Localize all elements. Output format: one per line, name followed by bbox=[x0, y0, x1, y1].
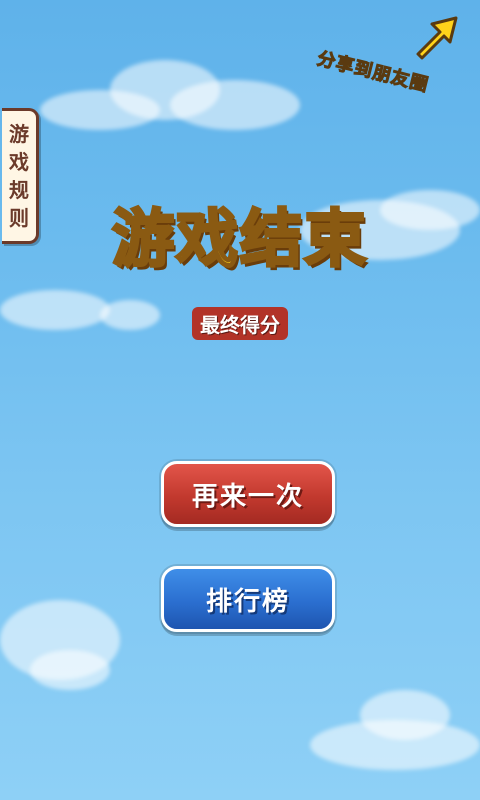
rules-char: 戏 bbox=[9, 150, 29, 174]
game-over-title: 游戏结束 bbox=[110, 201, 368, 277]
final-score-label-wrap: 最终得分 bbox=[0, 307, 480, 340]
final-score-value bbox=[0, 370, 480, 410]
play-again-button[interactable]: 再来一次 bbox=[161, 461, 335, 527]
cloud bbox=[30, 650, 110, 690]
share-to-moments-button[interactable]: 分享到朋友圈 bbox=[315, 10, 468, 97]
leaderboard-button[interactable]: 排行榜 bbox=[161, 566, 335, 632]
cloud bbox=[170, 80, 300, 130]
rules-char: 游 bbox=[9, 122, 29, 146]
game-over-screen: 游 戏 规 则 分享到朋友圈 游戏结束 最终得分 再来一次 排行榜 bbox=[0, 0, 480, 800]
arrow-up-right-icon bbox=[416, 16, 458, 60]
final-score-label: 最终得分 bbox=[192, 307, 288, 340]
cloud bbox=[360, 690, 450, 740]
